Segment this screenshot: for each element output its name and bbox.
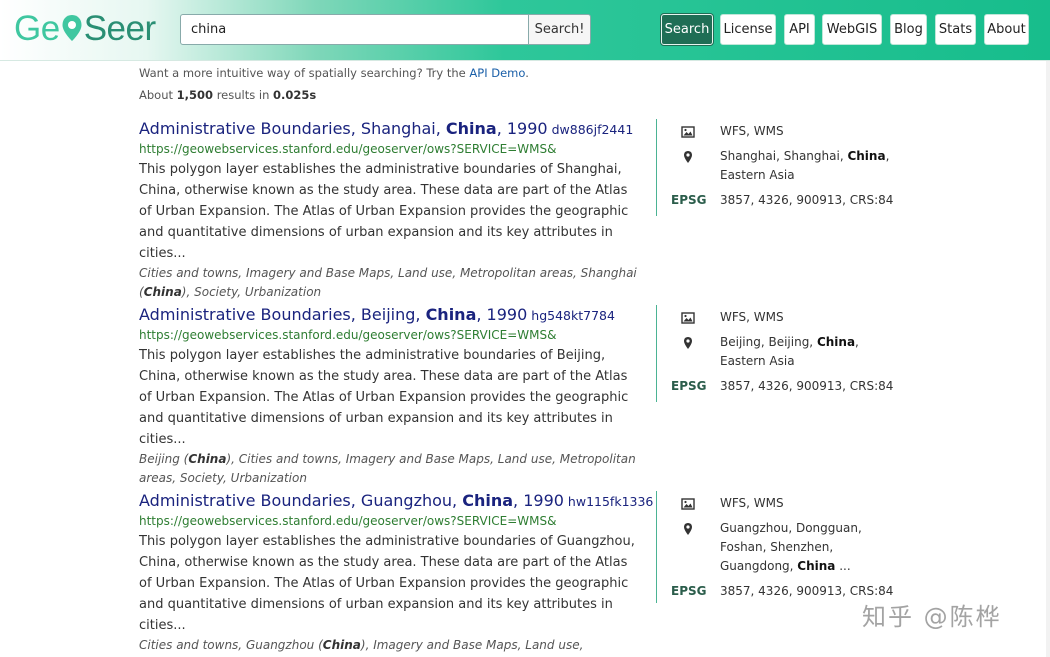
- place-row: Shanghai, Shanghai, China, Eastern Asia: [671, 147, 896, 185]
- nav-search[interactable]: Search: [661, 14, 713, 45]
- result-item: Administrative Boundaries, Guangzhou, Ch…: [139, 491, 899, 657]
- services-value: WFS, WMS: [720, 310, 784, 324]
- tags-text: Cities and towns, Guangzhou (: [139, 638, 323, 652]
- title-highlight: China: [462, 491, 514, 510]
- place-text: Beijing, Beijing,: [720, 335, 817, 349]
- search-submit-button[interactable]: Search!: [528, 14, 591, 45]
- count-middle: results in: [213, 88, 274, 102]
- nav-webgis[interactable]: WebGIS: [822, 14, 882, 45]
- tags-text-rest: ), Society, Urbanization: [181, 285, 322, 299]
- result-description: This polygon layer establishes the admin…: [139, 534, 635, 633]
- place-highlight: China: [797, 559, 836, 573]
- logo-text-seer: Seer: [83, 9, 156, 48]
- search-time: 0.025s: [273, 88, 317, 102]
- scrollbar[interactable]: [1046, 61, 1050, 657]
- epsg-row: EPSG 3857, 4326, 900913, CRS:84: [671, 377, 896, 396]
- logo-text-geo: Ge: [14, 9, 60, 48]
- api-demo-link[interactable]: API Demo: [469, 66, 525, 80]
- tags-text: Beijing (: [139, 452, 189, 466]
- result-description: This polygon layer establishes the admin…: [139, 348, 629, 447]
- nav-stats[interactable]: Stats: [935, 14, 976, 45]
- hint-suffix: .: [525, 66, 529, 80]
- result-item: Administrative Boundaries, Beijing, Chin…: [139, 305, 899, 488]
- title-text: Administrative Boundaries, Beijing,: [139, 305, 426, 324]
- search-input[interactable]: [180, 14, 529, 45]
- title-year: , 1990: [476, 305, 528, 324]
- top-header: Ge Seer Search! Search License API WebGIS…: [0, 0, 1050, 61]
- result-metadata: WFS, WMS Guangzhou, Dongguan, Foshan, Sh…: [656, 491, 896, 603]
- epsg-label: EPSG: [671, 584, 707, 598]
- result-id: hg548kt7784: [531, 308, 615, 323]
- tags-highlight: China: [143, 285, 182, 299]
- count-prefix: About: [139, 88, 177, 102]
- title-highlight: China: [425, 305, 477, 324]
- result-tags: Beijing (China), Cities and towns, Image…: [139, 450, 639, 488]
- title-year: , 1990: [513, 491, 564, 510]
- nav-api[interactable]: API: [784, 14, 815, 45]
- epsg-value: 3857, 4326, 900913, CRS:84: [720, 379, 894, 393]
- epsg-label: EPSG: [671, 379, 707, 393]
- result-metadata: WFS, WMS Shanghai, Shanghai, China, East…: [656, 119, 896, 216]
- place-highlight: China: [816, 335, 856, 349]
- map-pin-icon: [62, 15, 82, 41]
- services-row: WFS, WMS: [671, 122, 896, 141]
- place-highlight: China: [847, 149, 886, 163]
- services-value: WFS, WMS: [720, 124, 784, 138]
- title-text: Administrative Boundaries, Guangzhou,: [139, 491, 463, 510]
- result-item: Administrative Boundaries, Shanghai, Chi…: [139, 119, 899, 302]
- map-marker-icon: [684, 151, 692, 163]
- nav-about[interactable]: About: [984, 14, 1029, 45]
- api-demo-hint: Want a more intuitive way of spatially s…: [139, 66, 529, 80]
- epsg-value: 3857, 4326, 900913, CRS:84: [720, 193, 894, 207]
- nav-license[interactable]: License: [720, 14, 776, 45]
- tags-highlight: China: [322, 638, 361, 652]
- place-text-rest: ...: [835, 559, 851, 573]
- geoseer-logo[interactable]: Ge Seer: [14, 7, 156, 51]
- map-marker-icon: [684, 337, 692, 349]
- title-year: , 1990: [496, 119, 548, 138]
- hint-text: Want a more intuitive way of spatially s…: [139, 66, 470, 80]
- services-value: WFS, WMS: [720, 496, 784, 510]
- result-count: About 1,500 results in 0.025s: [139, 88, 316, 102]
- image-icon: [681, 498, 695, 510]
- result-description: This polygon layer establishes the admin…: [139, 162, 629, 261]
- title-text: Administrative Boundaries, Shanghai,: [139, 119, 446, 138]
- nav-blog[interactable]: Blog: [890, 14, 927, 45]
- place-row: Guangzhou, Dongguan, Foshan, Shenzhen, G…: [671, 519, 881, 576]
- result-id: dw886jf2441: [551, 122, 634, 137]
- epsg-label: EPSG: [671, 193, 707, 207]
- result-total: 1,500: [176, 88, 214, 102]
- result-metadata: WFS, WMS Beijing, Beijing, China, Easter…: [656, 305, 896, 402]
- title-highlight: China: [445, 119, 497, 138]
- tags-highlight: China: [188, 452, 227, 466]
- zhihu-watermark: 知乎 @陈桦: [862, 603, 1002, 631]
- services-row: WFS, WMS: [671, 308, 896, 327]
- place-row: Beijing, Beijing, China, Eastern Asia: [671, 333, 896, 371]
- result-tags: Cities and towns, Imagery and Base Maps,…: [139, 264, 639, 302]
- result-tags: Cities and towns, Guangzhou (China), Ima…: [139, 636, 639, 657]
- place-text: Shanghai, Shanghai,: [720, 149, 848, 163]
- result-id: hw115fk1336: [567, 494, 654, 509]
- services-row: WFS, WMS: [671, 494, 896, 513]
- epsg-row: EPSG 3857, 4326, 900913, CRS:84: [671, 191, 896, 210]
- map-marker-icon: [684, 523, 692, 535]
- image-icon: [681, 312, 695, 324]
- image-icon: [681, 126, 695, 138]
- epsg-value: 3857, 4326, 900913, CRS:84: [720, 584, 894, 598]
